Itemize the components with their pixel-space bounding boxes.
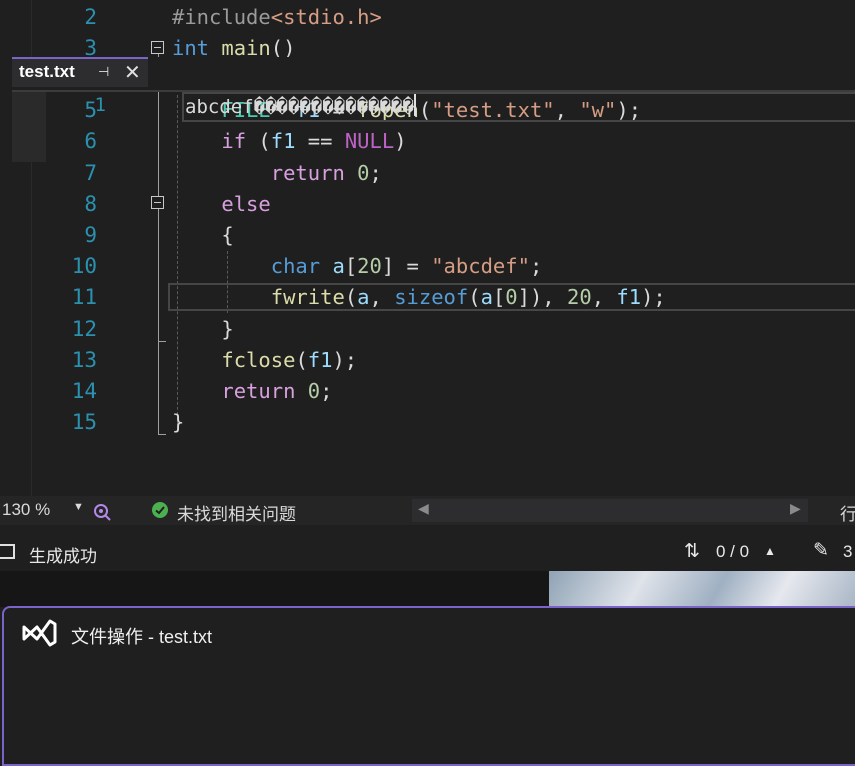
line-number: 7 [84,161,97,185]
horizontal-scrollbar[interactable] [412,499,808,522]
code-line: return 0; [221,379,333,403]
line-number: 9 [84,223,97,247]
line-number: 10 [71,254,97,278]
text-caret [413,94,416,116]
code-cleanup-icon[interactable] [92,501,112,526]
document-text-line[interactable]: abcdef�������������� [185,94,416,118]
file-view-window[interactable]: 文件操作 - test.txt [2,606,855,766]
pencil-icon[interactable]: ✎ [813,539,829,562]
document-tab-strip: test.txt ⊣ ✕ [12,57,855,90]
collapse-toggle-icon[interactable] [151,196,164,209]
outline-tick [158,434,166,435]
visual-studio-logo-icon [21,618,57,648]
code-line: if (f1 == NULL) [221,129,407,153]
error-count[interactable]: 0 / 0 [716,542,749,562]
scroll-left-icon[interactable]: ◀ [418,500,429,517]
tab-test-txt[interactable]: test.txt ⊣ ✕ [12,57,148,87]
pin-icon[interactable]: ⊣ [98,64,109,80]
zoom-dropdown[interactable]: 130 % ▼ [0,496,88,525]
caret-up-icon[interactable]: ▲ [764,544,776,558]
code-line: } [172,410,185,434]
issues-status-text: 未找到相关问题 [177,505,296,524]
document-gutter [12,92,46,162]
build-status-bar: 生成成功 ⇅ 0 / 0 ▲ ✎ 3 [0,534,855,571]
build-status-icon [0,544,15,559]
line-number: 1 [94,94,106,116]
zoom-value: 130 % [2,500,51,519]
outline-tick [158,341,166,342]
code-line: return 0; [270,161,382,185]
file-content: abcdef�������������� [185,96,414,118]
check-circle-icon [152,502,168,518]
tab-label: test.txt [19,62,75,81]
line-number: 14 [71,379,97,403]
code-line: else [221,192,271,216]
desktop-wallpaper [549,571,855,607]
outline-guide [158,209,159,434]
collapse-toggle-icon[interactable] [151,41,164,54]
code-line: #include<stdio.h> [172,5,382,29]
close-icon[interactable]: ✕ [124,60,141,85]
line-number-current: 11 [71,285,97,309]
editor-status-bar: 130 % ▼ 未找到相关问题 ◀ ▶ 行 [0,496,855,525]
code-line: fclose(f1); [221,348,358,372]
code-line: char a[20] = "abcdef"; [270,254,543,278]
line-number: 12 [71,317,97,341]
row-label: 行 [840,505,855,524]
line-number: 13 [71,348,97,372]
code-line-current: fwrite(a, sizeof(a[0]), 20, f1); [270,285,666,309]
scroll-right-icon[interactable]: ▶ [790,500,801,517]
caret-down-icon: ▼ [73,501,84,513]
line-number: 2 [84,5,97,29]
code-line: } [172,317,234,341]
line-number: 8 [84,192,97,216]
changes-count[interactable]: 3 [843,542,852,562]
line-number: 15 [71,410,97,434]
sort-arrows-icon[interactable]: ⇅ [684,540,700,563]
build-status-text: 生成成功 [29,547,97,566]
window-title: 文件操作 - test.txt [71,627,213,647]
code-line: { [172,223,234,247]
